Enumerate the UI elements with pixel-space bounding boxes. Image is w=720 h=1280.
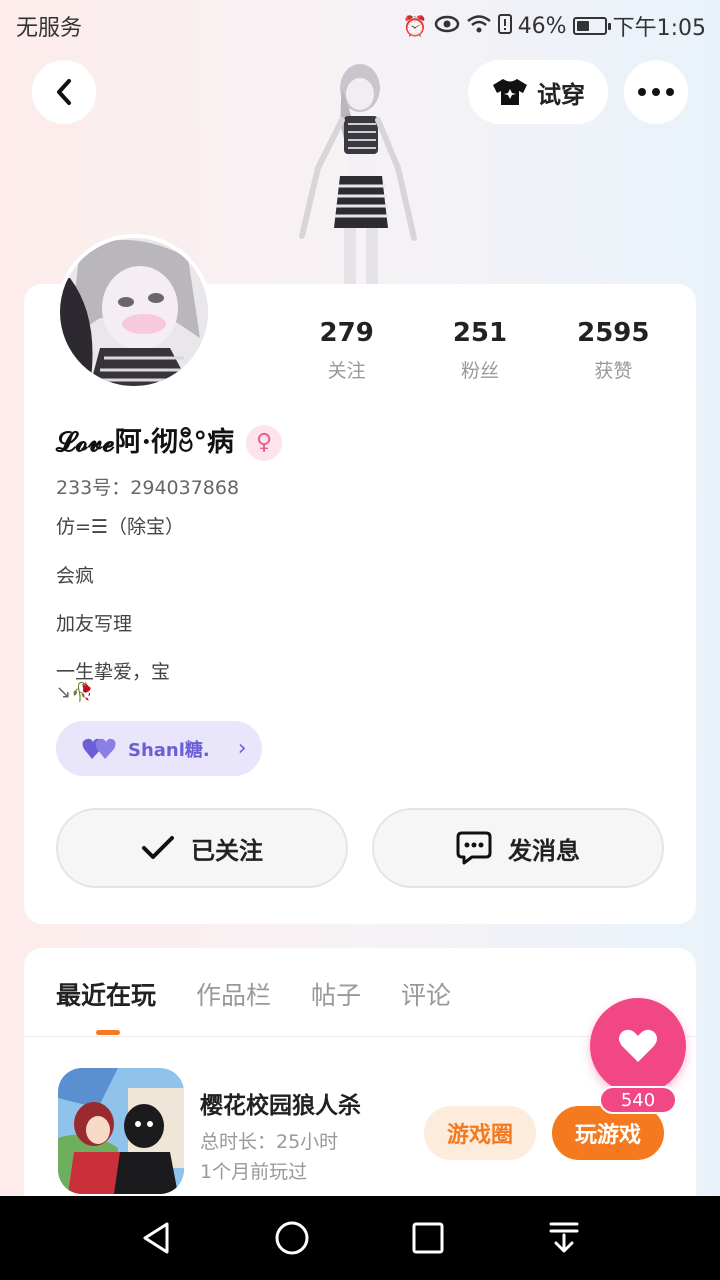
- follow-button[interactable]: 已关注: [56, 808, 348, 888]
- game-icon[interactable]: [58, 1068, 184, 1194]
- username: 𝓛𝓸𝓿𝓮阿·彻ဗီ°病: [56, 427, 234, 458]
- stat-label: 关注: [327, 360, 366, 382]
- more-button[interactable]: [624, 60, 688, 124]
- battery-icon: [572, 17, 611, 35]
- tab-bar: 最近在玩 作品栏 帖子 评论: [56, 976, 451, 1012]
- try-on-button[interactable]: 试穿: [468, 60, 608, 124]
- tab-indicator: [96, 1030, 120, 1035]
- stats-row: 279 关注 251 粉丝 2595 获赞: [280, 318, 680, 383]
- chat-icon: [456, 831, 492, 865]
- wifi-icon: [466, 14, 492, 39]
- like-button[interactable]: [590, 998, 686, 1094]
- play-game-button[interactable]: 玩游戏: [552, 1106, 664, 1160]
- couple-chip[interactable]: Shanl糖. ›: [56, 721, 262, 776]
- nav-home-button[interactable]: [270, 1216, 314, 1260]
- nav-back-button[interactable]: [134, 1216, 178, 1260]
- like-count: 540: [599, 1086, 677, 1114]
- bio-line: 仿=☰（除宝）: [56, 516, 184, 538]
- stat-label: 粉丝: [460, 360, 499, 382]
- tab-posts[interactable]: 帖子: [311, 976, 361, 1012]
- try-on-label: 试穿: [537, 80, 585, 109]
- stat-following[interactable]: 279 关注: [280, 318, 413, 383]
- game-title[interactable]: 樱花校园狼人杀: [200, 1086, 361, 1120]
- tab-recent-playing[interactable]: 最近在玩: [56, 976, 156, 1012]
- chevron-right-icon: ›: [237, 736, 247, 761]
- bio-line: 会疯: [56, 565, 95, 587]
- more-dots-icon: [638, 88, 674, 96]
- stat-value: 279: [319, 318, 374, 348]
- stat-value: 2595: [577, 318, 650, 348]
- bio-line: 加友写理: [56, 613, 133, 635]
- double-heart-icon: [82, 738, 116, 759]
- nav-notification-button[interactable]: [542, 1216, 586, 1260]
- message-label: 发消息: [508, 836, 580, 865]
- eye-icon: [434, 14, 460, 38]
- pull-down-icon: [549, 1222, 579, 1253]
- check-icon: [142, 836, 174, 859]
- system-nav-bar: [0, 1196, 720, 1280]
- stat-value: 251: [452, 318, 508, 348]
- nav-recents-button[interactable]: [406, 1216, 450, 1260]
- bio-line: 一生挚爱，宝: [56, 661, 171, 683]
- stat-followers[interactable]: 251 粉丝: [413, 318, 546, 383]
- avatar[interactable]: [56, 234, 212, 390]
- tab-comments[interactable]: 评论: [401, 976, 451, 1012]
- couple-name: Shanl糖.: [128, 739, 210, 761]
- clock: 下午1:05: [612, 16, 706, 41]
- user-id[interactable]: 233号：294037868: [56, 473, 239, 500]
- chevron-left-icon: [57, 79, 71, 105]
- game-circle-button[interactable]: 游戏圈: [424, 1106, 536, 1160]
- status-icons: ⏰ 46% 下午1:05: [403, 10, 706, 42]
- stat-likes[interactable]: 2595 获赞: [547, 318, 680, 383]
- battery-percent: 46%: [517, 13, 567, 39]
- circle-home-icon: [275, 1221, 309, 1255]
- battery-level: [576, 21, 589, 31]
- back-button[interactable]: [32, 60, 96, 124]
- avatar-figure[interactable]: [290, 58, 430, 286]
- stat-label: 获赞: [594, 360, 633, 382]
- heart-icon: [619, 1029, 657, 1062]
- game-last-played: 1个月前玩过: [200, 1161, 308, 1183]
- alarm-icon: ⏰: [402, 14, 428, 38]
- follow-label: 已关注: [191, 836, 263, 865]
- message-button[interactable]: 发消息: [372, 808, 664, 888]
- sim-alert-icon: [497, 13, 512, 39]
- square-recents-icon: [412, 1222, 444, 1254]
- game-playtime: 总时长：25小时: [200, 1131, 339, 1153]
- bio-line: ↘🥀: [56, 682, 94, 703]
- carrier-text: 无服务: [16, 16, 83, 41]
- status-bar: 无服务 ⏰ 46% 下午1:05: [0, 0, 720, 50]
- triangle-back-icon: [143, 1222, 169, 1254]
- shirt-icon: [493, 79, 527, 105]
- tab-works[interactable]: 作品栏: [196, 976, 271, 1012]
- username-row: 𝓛𝓸𝓿𝓮阿·彻ဗီ°病 ♀: [56, 420, 282, 465]
- female-icon: ♀: [246, 424, 282, 461]
